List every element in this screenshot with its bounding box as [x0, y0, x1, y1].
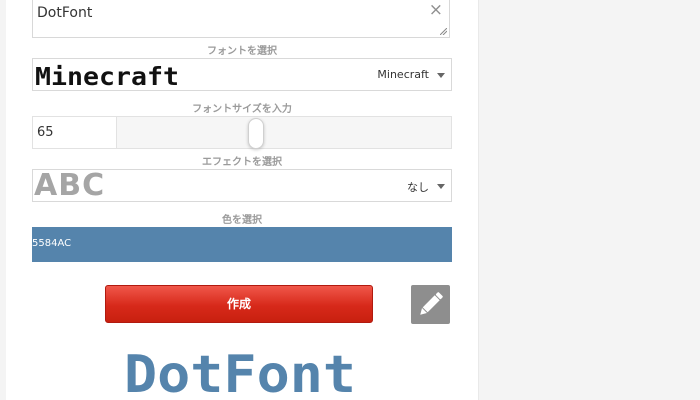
text-input-value: DotFont [37, 5, 93, 21]
color-select-label: 色を選択 [222, 215, 262, 226]
font-size-input[interactable]: 65 [32, 116, 116, 149]
slider-handle[interactable] [248, 118, 264, 149]
font-size-row: 65 [32, 116, 452, 149]
pencil-icon [420, 292, 443, 315]
result-text: DotFont [124, 345, 356, 395]
font-select-value: Minecraft [377, 68, 429, 81]
chevron-down-icon [437, 184, 445, 189]
color-hex-value: 5584AC [32, 238, 72, 249]
effect-select[interactable]: ABC なし [32, 168, 452, 203]
font-select[interactable]: Minecraft Minecraft [32, 58, 452, 91]
effect-select-label: エフェクトを選択 [202, 157, 282, 168]
font-preview-text: Minecraft [35, 62, 179, 88]
font-size-slider[interactable] [116, 116, 452, 149]
edit-button[interactable] [411, 285, 450, 324]
chevron-down-icon [437, 73, 445, 78]
effect-select-value: なし [407, 181, 429, 194]
effect-preview: ABC [34, 168, 106, 203]
color-picker[interactable]: 5584AC [32, 227, 452, 262]
generator-panel: DotFont × フォントを選択 Minecraft Minecraft フォ… [6, 0, 479, 400]
font-preview: Minecraft [35, 62, 179, 88]
font-select-label: フォントを選択 [207, 46, 277, 57]
text-input[interactable]: DotFont × [32, 0, 450, 38]
resize-grip-icon[interactable] [440, 28, 447, 35]
font-size-label: フォントサイズを入力 [192, 104, 292, 115]
result-preview: DotFont [124, 345, 356, 395]
close-icon[interactable]: × [429, 2, 443, 19]
create-button[interactable]: 作成 [105, 285, 373, 323]
